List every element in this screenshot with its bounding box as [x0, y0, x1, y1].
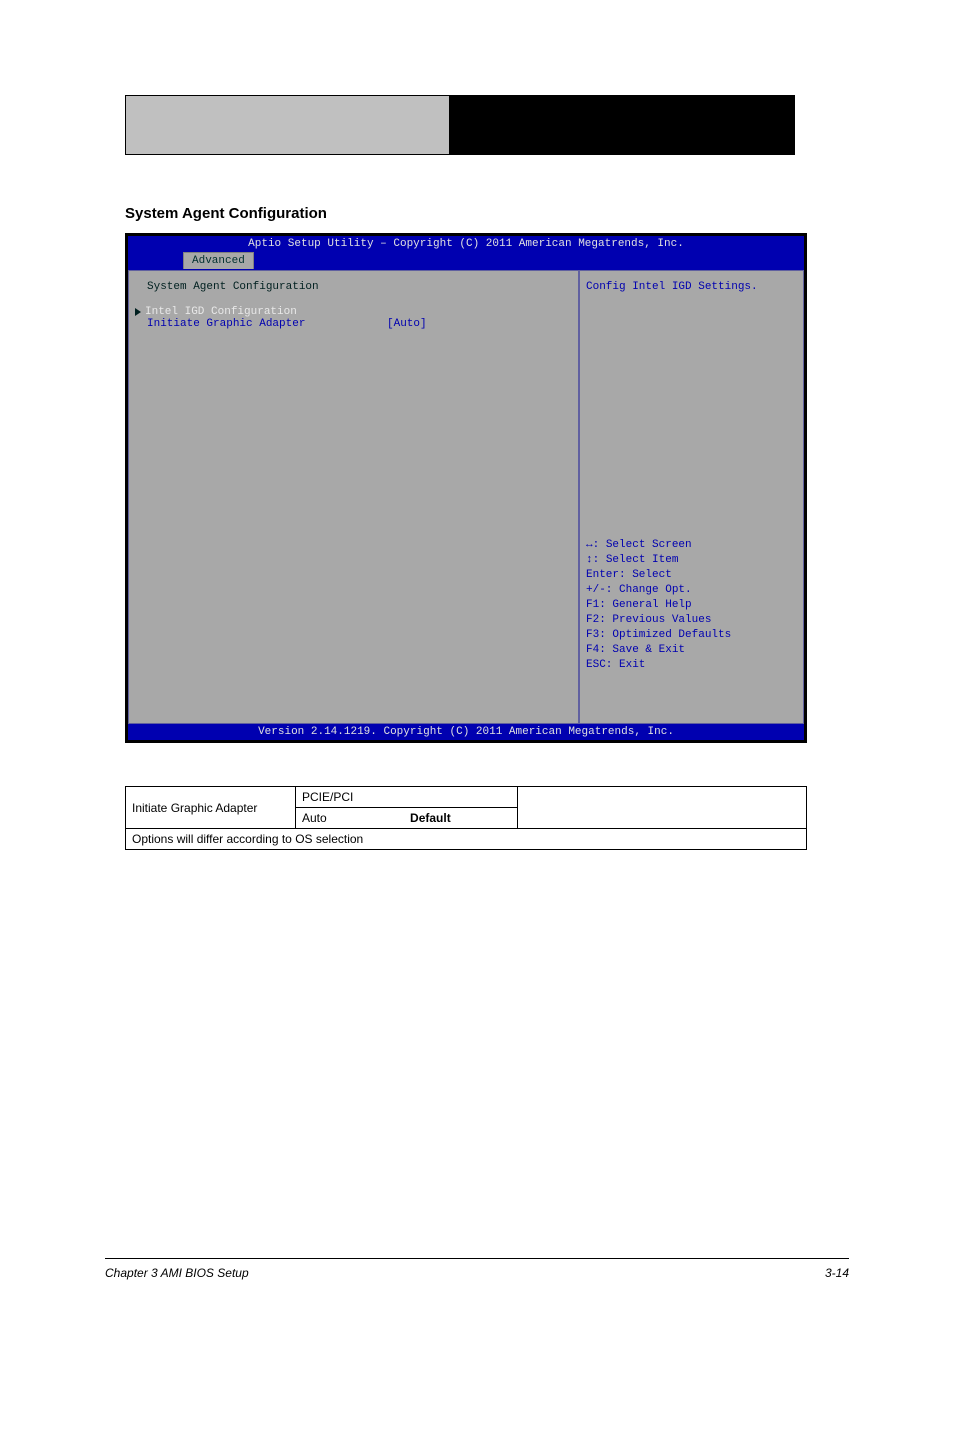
bios-key-legend: : Select Screen : Select Item Enter: Sel…	[586, 538, 797, 713]
header-right-black	[450, 95, 795, 155]
bios-titlebar: Aptio Setup Utility – Copyright (C) 2011…	[128, 236, 804, 252]
key-f1: F1: General Help	[586, 598, 797, 613]
bios-option-graphic-adapter[interactable]: Initiate Graphic Adapter [Auto]	[147, 318, 574, 330]
bios-tab-advanced[interactable]: Advanced	[183, 252, 254, 269]
bios-left-pane: System Agent Configuration Intel IGD Con…	[128, 270, 579, 724]
bios-footer: Version 2.14.1219. Copyright (C) 2011 Am…	[128, 724, 804, 740]
table-row: Initiate Graphic Adapter PCIE/PCI	[126, 787, 807, 808]
header-left-grey	[125, 95, 450, 155]
key-enter: Enter: Select	[586, 568, 797, 583]
option-desc-cell	[518, 787, 807, 829]
bios-inner: Aptio Setup Utility – Copyright (C) 2011…	[128, 236, 804, 740]
bios-body: System Agent Configuration Intel IGD Con…	[128, 270, 804, 724]
key-select-screen: : Select Screen	[586, 538, 797, 553]
bios-submenu-igd[interactable]: Intel IGD Configuration	[133, 306, 574, 318]
option-value-cell: PCIE/PCI	[296, 787, 518, 808]
arrow-up-down-icon	[586, 554, 593, 566]
section-title: System Agent Configuration	[125, 205, 327, 222]
key-f3: F3: Optimized Defaults	[586, 628, 797, 643]
arrow-left-right-icon	[586, 539, 593, 551]
bios-option-label: Initiate Graphic Adapter	[147, 318, 387, 330]
key-esc: ESC: Exit	[586, 658, 797, 673]
bios-tab-bar: Advanced	[128, 252, 804, 270]
bios-help-text: Config Intel IGD Settings.	[586, 281, 797, 293]
chevron-right-icon	[135, 308, 141, 316]
bios-option-value: [Auto]	[387, 318, 427, 330]
table-row: Options will differ according to OS sele…	[126, 829, 807, 850]
option-name-cell: Initiate Graphic Adapter	[126, 787, 296, 829]
option-note-cell: Options will differ according to OS sele…	[126, 829, 807, 850]
options-description-table: Initiate Graphic Adapter PCIE/PCI Auto D…	[125, 786, 807, 850]
key-f2: F2: Previous Values	[586, 613, 797, 628]
key-select-item: : Select Item	[586, 553, 797, 568]
bios-submenu-label: Intel IGD Configuration	[145, 306, 297, 318]
page-footer-divider	[105, 1258, 849, 1259]
bios-pane-heading: System Agent Configuration	[147, 281, 574, 293]
key-f4: F4: Save & Exit	[586, 643, 797, 658]
footer-page-number: 3-14	[825, 1266, 849, 1280]
footer-chapter: Chapter 3 AMI BIOS Setup	[105, 1266, 249, 1280]
page-header-banner	[125, 95, 795, 155]
bios-screenshot: Aptio Setup Utility – Copyright (C) 2011…	[125, 233, 807, 743]
bios-right-pane: Config Intel IGD Settings. : Select Scre…	[579, 270, 804, 724]
page-footer: Chapter 3 AMI BIOS Setup 3-14	[105, 1266, 849, 1280]
option-value-cell: Auto Default	[296, 808, 518, 829]
key-plus-minus: +/-: Change Opt.	[586, 583, 797, 598]
